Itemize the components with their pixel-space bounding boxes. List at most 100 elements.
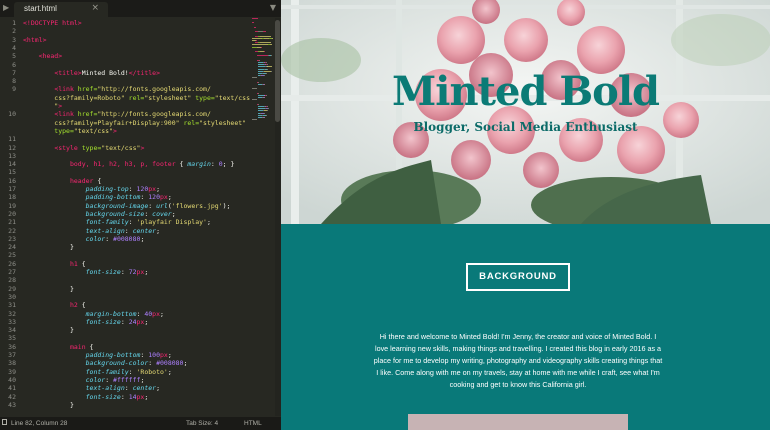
code-line: margin-bottom: 40px; — [85, 309, 164, 318]
line-number: 37 — [8, 351, 16, 359]
line-number: 9 — [12, 85, 16, 94]
line-number: 4 — [12, 43, 16, 52]
scrollbar-thumb[interactable] — [275, 20, 280, 122]
code-line: <html> — [23, 35, 47, 44]
code-line: <title>Minted Bold!</title> — [54, 68, 160, 77]
line-number: 36 — [8, 342, 16, 351]
code-line: type="text/css"> — [23, 126, 117, 135]
code-line: h1 { — [69, 259, 86, 268]
code-line: background-size: cover; — [85, 209, 176, 218]
code-line: css?family=Roboto" rel="stylesheet" type… — [23, 93, 251, 102]
code-line: font-family: 'Roboto'; — [85, 367, 172, 376]
code-line: background-color: #008080; — [85, 359, 188, 368]
code-line: padding-bottom: 120px; — [85, 193, 172, 202]
close-icon[interactable]: × — [91, 3, 99, 13]
tab-size-indicator[interactable]: Tab Size: 4 — [186, 420, 218, 427]
line-number: 12 — [8, 143, 16, 152]
code-line: css?family=Playfair+Display:900" rel="st… — [23, 118, 247, 127]
status-bar: Line 82, Column 28 Tab Size: 4 HTML — [0, 417, 281, 430]
line-number: 24 — [8, 243, 16, 252]
code-line: <link href="http://fonts.googleapis.com/ — [54, 110, 211, 119]
code-line: main { — [69, 342, 94, 351]
tab-bar: ▶ start.html × ▼ — [0, 0, 281, 17]
code-line: padding-top: 120px; — [85, 185, 160, 193]
line-number: 8 — [12, 77, 16, 86]
main-section: BACKGROUND Hi there and welcome to Minte… — [281, 224, 770, 430]
line-number: 19 — [8, 201, 16, 210]
code-line: font-family: 'playfair Display'; — [85, 218, 211, 227]
line-number: 10 — [8, 110, 16, 119]
background-button[interactable]: BACKGROUND — [466, 263, 570, 291]
code-editor[interactable]: ▶ start.html × ▼ 1 <!DOCTYPE html> 2 3 <html… — [0, 0, 281, 430]
code-line: text-align: center; — [85, 226, 160, 235]
code-line: "> — [23, 102, 63, 110]
code-line: <style type="text/css"> — [54, 143, 145, 152]
hero-header: Minted Bold Blogger, Social Media Enthus… — [281, 0, 770, 224]
code-line: font-size: 24px; — [85, 317, 149, 326]
line-number: 1 — [12, 19, 16, 27]
photo-image — [408, 414, 628, 430]
line-number: 35 — [8, 334, 16, 343]
line-number: 40 — [8, 375, 16, 384]
tab-scroll-left-icon[interactable]: ▶ — [3, 3, 9, 12]
code-line: padding-bottom: 100px; — [85, 351, 172, 359]
line-number: 21 — [8, 218, 16, 227]
line-number: 15 — [8, 168, 16, 177]
tab-label: start.html — [24, 4, 57, 13]
line-number: 30 — [8, 292, 16, 301]
line-number: 13 — [8, 151, 16, 160]
code-line: body, h1, h2, h3, p, footer { margin: 0;… — [69, 160, 235, 169]
line-number: 33 — [8, 317, 16, 326]
line-number: 31 — [8, 301, 16, 310]
line-number: 26 — [8, 259, 16, 268]
panel-toggle-icon[interactable] — [2, 419, 7, 425]
site-subtitle: Blogger, Social Media Enthusiast — [413, 120, 638, 134]
site-title: Minted Bold — [391, 68, 660, 115]
line-number: 34 — [8, 326, 16, 335]
line-number: 17 — [8, 185, 16, 193]
line-number: 20 — [8, 209, 16, 218]
line-number: 39 — [8, 367, 16, 376]
code-line: color: #008080; — [85, 234, 145, 243]
line-number: 16 — [8, 176, 16, 185]
line-number: 7 — [12, 68, 16, 77]
code-line: <link href="http://fonts.googleapis.com/ — [54, 85, 211, 94]
code-line: } — [23, 243, 74, 252]
line-number: 5 — [12, 52, 16, 61]
line-number: 6 — [12, 60, 16, 69]
line-number: 25 — [8, 251, 16, 260]
line-number: 3 — [12, 35, 16, 44]
line-number: 28 — [8, 276, 16, 285]
code-line: h2 { — [69, 301, 86, 310]
tab-start-html[interactable]: start.html × — [14, 2, 108, 17]
line-number: 23 — [8, 234, 16, 243]
code-line: header { — [69, 176, 102, 185]
code-line: font-size: 72px; — [85, 268, 149, 276]
line-number: 2 — [12, 27, 16, 36]
line-number: 32 — [8, 309, 16, 318]
code-line: background-image: url('flowers.jpg'); — [85, 201, 231, 210]
line-number: 18 — [8, 193, 16, 202]
line-number: 27 — [8, 268, 16, 276]
code-line: } — [23, 284, 74, 293]
tab-list-dropdown-icon[interactable]: ▼ — [270, 3, 276, 12]
minimap[interactable] — [252, 18, 274, 121]
line-number: 43 — [8, 400, 16, 409]
syntax-indicator[interactable]: HTML — [244, 420, 262, 427]
code-line: color: #ffffff; — [85, 375, 145, 384]
about-paragraph: Hi there and welcome to Minted Bold! I'm… — [373, 332, 663, 390]
code-line: <!DOCTYPE html> — [23, 19, 82, 27]
code-line: } — [23, 400, 74, 409]
line-number: 11 — [8, 135, 16, 144]
line-number: 22 — [8, 226, 16, 235]
cursor-position: Line 82, Column 28 — [11, 420, 68, 427]
line-number: 14 — [8, 160, 16, 169]
code-area[interactable]: 1 <!DOCTYPE html> 2 3 <html> 4 5 <head> 6 7 <tit… — [0, 18, 252, 416]
line-number: 42 — [8, 392, 16, 401]
code-line: <head> — [38, 52, 63, 61]
code-line: text-align: center; — [85, 384, 160, 393]
code-line: } — [23, 326, 74, 335]
line-number: 38 — [8, 359, 16, 368]
browser-preview: Minted Bold Blogger, Social Media Enthus… — [281, 0, 770, 430]
line-number: 41 — [8, 384, 16, 393]
